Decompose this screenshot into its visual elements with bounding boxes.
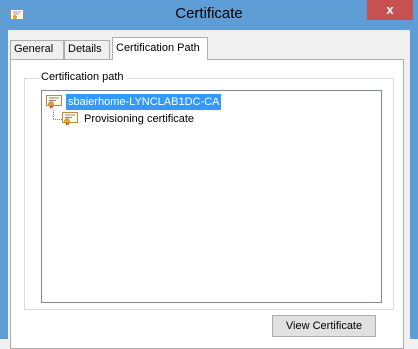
certificate-icon	[46, 95, 62, 109]
tree-connector	[53, 119, 62, 120]
view-certificate-button[interactable]: View Certificate	[272, 315, 376, 337]
dialog-content: General Details Certification Path Certi…	[8, 30, 410, 349]
window-title: Certificate	[175, 5, 243, 22]
certification-path-tree[interactable]: sbaierhome-LYNCLAB1DC-CA Provisioning ce…	[41, 90, 382, 303]
tree-node-label: sbaierhome-LYNCLAB1DC-CA	[66, 94, 222, 110]
tree-node-label: Provisioning certificate	[84, 113, 195, 125]
certificate-icon	[62, 112, 78, 126]
certification-path-group-label: Certification path	[39, 71, 126, 83]
tab-details[interactable]: Details	[64, 40, 110, 59]
title-bar[interactable]: Certificate x	[0, 0, 418, 30]
tree-connector	[53, 110, 54, 119]
tab-certification-path[interactable]: Certification Path	[112, 37, 208, 60]
close-button[interactable]: x	[367, 0, 413, 20]
certificate-window: Certificate x General Details Certificat…	[0, 0, 418, 349]
tab-general[interactable]: General	[10, 40, 64, 59]
